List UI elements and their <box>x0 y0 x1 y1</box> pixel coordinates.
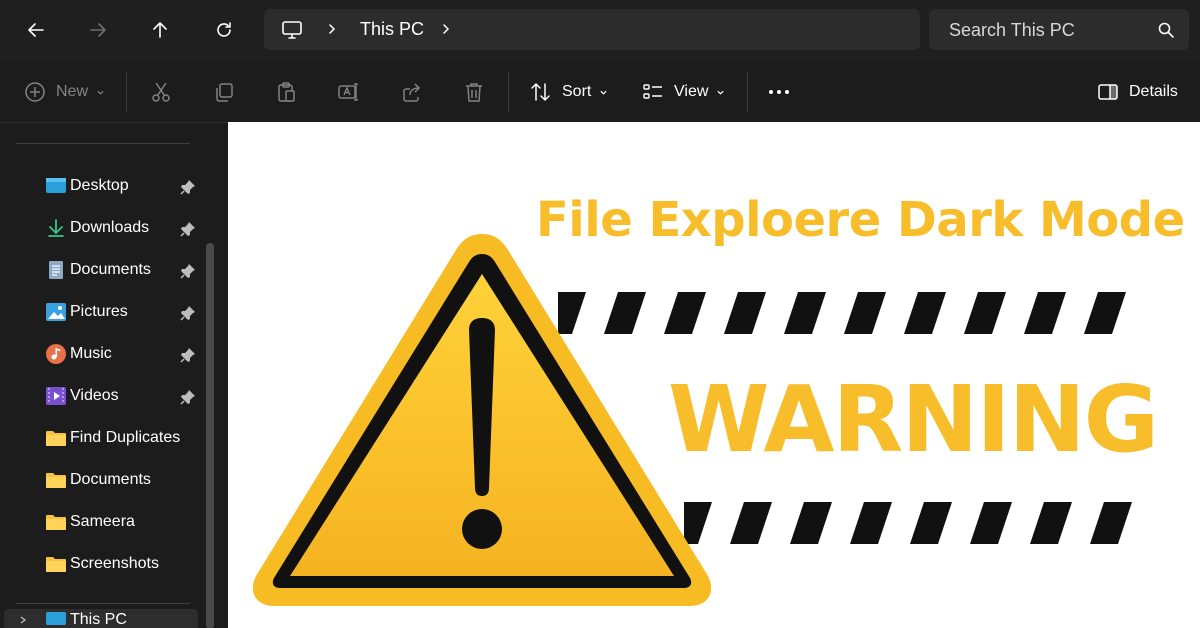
pin-icon[interactable] <box>180 389 196 405</box>
plus-circle-icon <box>25 82 45 102</box>
cut-button[interactable] <box>150 62 172 122</box>
sidebar-item-label: Desktop <box>70 177 129 194</box>
search-icon <box>1158 22 1174 38</box>
more-icon <box>769 90 789 94</box>
trash-icon <box>466 83 482 102</box>
sidebar-item-label: This PC <box>70 611 127 628</box>
desktop-icon <box>46 178 66 193</box>
monitor-icon <box>46 612 66 625</box>
sort-icon <box>531 83 550 101</box>
sidebar-divider <box>16 143 190 144</box>
scissors-icon <box>152 82 170 102</box>
folder-icon <box>46 557 66 572</box>
sidebar-scrollbar[interactable] <box>206 243 214 628</box>
breadcrumb-this-pc[interactable]: This PC <box>360 19 424 40</box>
details-label: Details <box>1129 83 1178 100</box>
sidebar-item-label: Videos <box>70 387 119 404</box>
sidebar-item-label: Pictures <box>70 303 128 320</box>
copy-button[interactable] <box>213 62 235 122</box>
toolbar-separator <box>747 72 748 112</box>
forward-arrow-icon <box>90 23 106 37</box>
sidebar-item-documents[interactable]: Documents <box>0 251 205 291</box>
chevron-right-icon[interactable] <box>18 615 28 625</box>
music-icon <box>46 344 66 364</box>
monitor-icon <box>282 21 302 39</box>
share-icon <box>403 83 421 102</box>
sort-button[interactable]: Sort <box>530 62 608 122</box>
back-button[interactable] <box>16 10 56 50</box>
new-button[interactable]: New <box>24 62 105 122</box>
delete-button[interactable] <box>463 62 485 122</box>
copy-icon <box>216 83 233 102</box>
sidebar-item-label: Screenshots <box>70 555 159 572</box>
download-icon <box>48 219 64 237</box>
navigation-pane: Desktop Downloads Documents Pictures Mus… <box>0 122 228 628</box>
sidebar-item-label: Sameera <box>70 513 135 530</box>
sort-label: Sort <box>562 83 592 100</box>
sidebar-item-label: Documents <box>70 471 151 488</box>
pin-icon[interactable] <box>180 305 196 321</box>
view-list-icon <box>643 84 662 99</box>
sidebar-item-videos[interactable]: Videos <box>0 377 205 417</box>
search-input[interactable]: Search This PC <box>929 9 1189 50</box>
search-placeholder: Search This PC <box>949 20 1075 40</box>
up-arrow-icon <box>153 22 167 38</box>
chevron-down-icon <box>717 90 725 95</box>
folder-icon <box>46 431 66 446</box>
new-label: New <box>56 83 89 100</box>
pin-icon[interactable] <box>180 347 196 363</box>
sidebar-item-label: Documents <box>70 261 151 278</box>
chevron-right-icon[interactable] <box>440 23 452 35</box>
sidebar-item-documents-folder[interactable]: Documents <box>0 461 205 501</box>
refresh-button[interactable] <box>204 10 244 50</box>
rename-icon <box>338 83 358 101</box>
view-button[interactable]: View <box>642 62 725 122</box>
details-pane-icon <box>1098 84 1118 100</box>
hazard-stripes-bottom <box>684 502 1132 544</box>
folder-icon <box>46 473 66 488</box>
sidebar-item-label: Music <box>70 345 112 362</box>
command-bar: New Sort View Details <box>0 62 1200 122</box>
sidebar-item-this-pc[interactable]: This PC <box>4 609 198 628</box>
sidebar-item-label: Downloads <box>70 219 150 236</box>
sidebar-item-find-duplicates[interactable]: Find Duplicates <box>0 419 205 459</box>
address-bar: This PC Search This PC <box>0 0 1200 62</box>
rename-button[interactable] <box>337 62 359 122</box>
back-arrow-icon <box>28 23 44 37</box>
sidebar-item-label: Find Duplicates <box>70 429 181 446</box>
address-path-box[interactable]: This PC <box>264 9 920 50</box>
sidebar-item-music[interactable]: Music <box>0 335 205 375</box>
refresh-icon <box>217 22 231 37</box>
forward-button[interactable] <box>78 10 118 50</box>
warning-text: WARNING <box>668 366 1159 473</box>
pin-icon[interactable] <box>180 263 196 279</box>
videos-icon <box>46 387 66 405</box>
sidebar-item-screenshots[interactable]: Screenshots <box>0 545 205 585</box>
sidebar-item-sameera[interactable]: Sameera <box>0 503 205 543</box>
sidebar-item-pictures[interactable]: Pictures <box>0 293 205 333</box>
document-icon <box>49 261 63 279</box>
sidebar-item-desktop[interactable]: Desktop <box>0 167 205 207</box>
sidebar-divider <box>16 603 190 604</box>
folder-icon <box>46 515 66 530</box>
chevron-down-icon <box>600 90 607 95</box>
warning-triangle-icon <box>252 234 712 606</box>
pictures-icon <box>46 303 66 321</box>
toolbar-separator <box>508 72 509 112</box>
details-button[interactable]: Details <box>1097 62 1178 122</box>
pin-icon[interactable] <box>180 179 196 195</box>
view-label: View <box>674 83 709 100</box>
up-button[interactable] <box>140 10 180 50</box>
clipboard-icon <box>278 82 295 102</box>
paste-button[interactable] <box>275 62 297 122</box>
content-pane: File Exploere Dark Mode WARNING <box>228 122 1200 628</box>
chevron-right-icon[interactable] <box>326 23 338 35</box>
share-button[interactable] <box>400 62 422 122</box>
more-options-button[interactable] <box>768 62 790 122</box>
toolbar-separator <box>126 72 127 112</box>
sidebar-item-downloads[interactable]: Downloads <box>0 209 205 249</box>
chevron-down-icon <box>97 90 104 95</box>
pin-icon[interactable] <box>180 221 196 237</box>
